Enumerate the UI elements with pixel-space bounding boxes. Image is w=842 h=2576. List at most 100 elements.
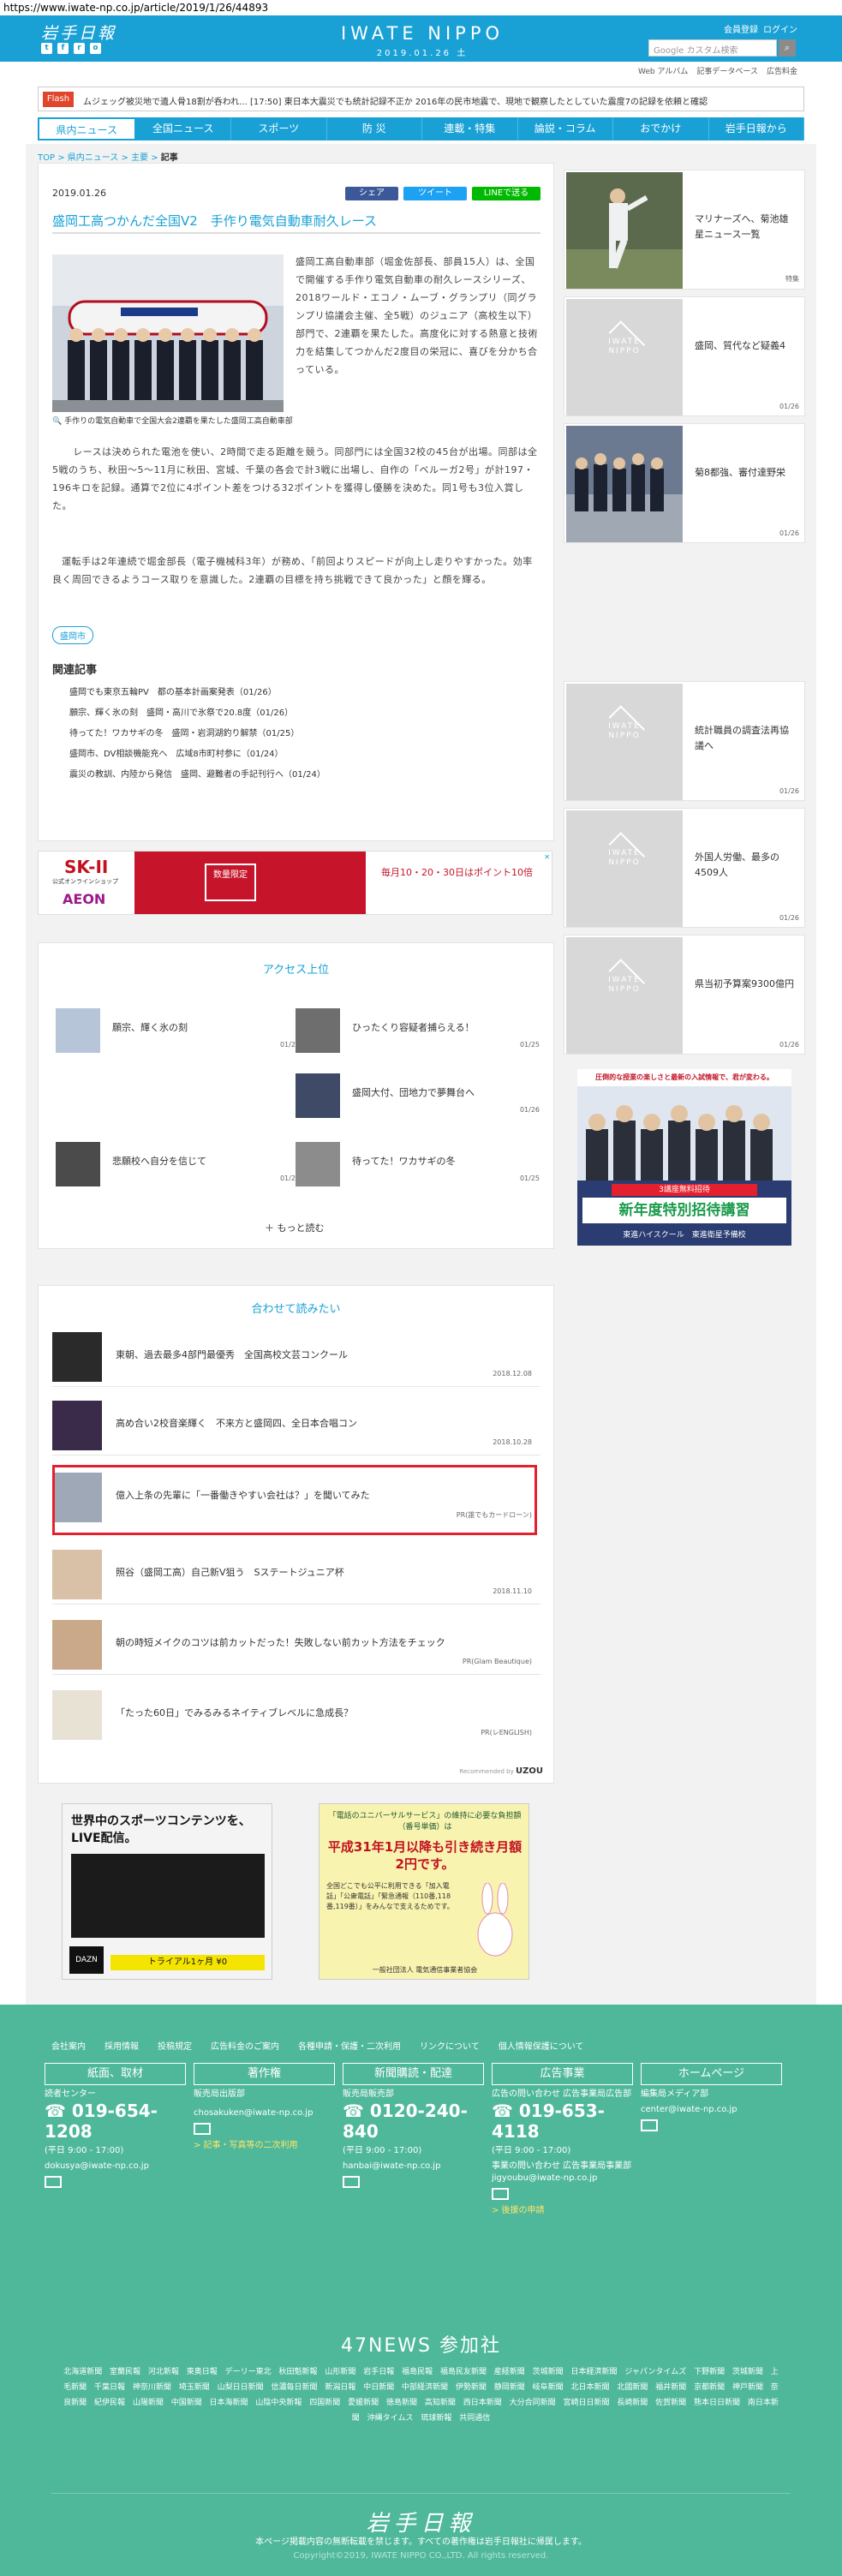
footer-dept: 読者センター	[45, 2089, 96, 2099]
related-item[interactable]: 盛岡市、DV相談機能充へ 広域8市町村参に（01/24）	[69, 744, 325, 765]
nav-features[interactable]: 連載・特集	[422, 117, 518, 140]
article-photo[interactable]	[52, 254, 284, 412]
flash-text[interactable]: ムジェッグ被災地で遺人骨18割が呑われ... [17:50] 東日本大震災でも統…	[83, 94, 708, 107]
recommend-item[interactable]: 照谷（盛岡工高）自己新V狙う Sステートジュニア杯 2018.11.10	[52, 1545, 540, 1605]
nav-national-news[interactable]: 全国ニュース	[136, 117, 231, 140]
footer-box[interactable]: 新聞購読・配達	[343, 2063, 484, 2085]
related-item[interactable]: 待ってた！ワカサギの冬 盛岡・岩洞湖釣り解禁（01/25）	[69, 724, 325, 744]
sidebar-date: 01/26	[779, 914, 799, 922]
dazn-screens	[71, 1854, 265, 1938]
phone-number[interactable]: ☎ 019-653-4118	[492, 2101, 633, 2142]
twitter-share-button[interactable]: ツイート	[403, 187, 467, 200]
subnav-database[interactable]: 記事データベース	[696, 65, 758, 76]
breadcrumb-top[interactable]: TOP	[38, 153, 55, 163]
subnav-ad-rates[interactable]: 広告料金	[767, 65, 797, 76]
footer-box[interactable]: 紙面、取材	[45, 2063, 186, 2085]
wide-ad-banner[interactable]: SK-II 公式オンラインショップ AEON 数量限定 毎月10・20・30日は…	[38, 851, 552, 915]
sidebar-item[interactable]: IWATE NIPPO 統計職員の調査法再協議へ 01/26	[564, 681, 805, 801]
search-icon[interactable]: ⌕	[779, 39, 796, 57]
phone-number[interactable]: ☎ 019-654-1208	[45, 2101, 186, 2142]
sidebar-item[interactable]: IWATE NIPPO 外国人労働、最多の4509人 01/26	[564, 808, 805, 928]
footer-dept: 広告の問い合わせ 広告事業局広告部	[492, 2089, 632, 2099]
nav-sports[interactable]: スポーツ	[231, 117, 327, 140]
recommend-item[interactable]: 東朝、過去最多4部門最優秀 全国高校文芸コンクール 2018.12.08	[52, 1327, 540, 1387]
footer-link-privacy[interactable]: 個人情報保護について	[499, 2039, 584, 2052]
mail-icon[interactable]	[194, 2123, 211, 2135]
ad-brand-block: SK-II 公式オンラインショップ AEON	[39, 852, 133, 914]
facebook-icon[interactable]: f	[57, 43, 69, 54]
breadcrumb-local[interactable]: 県内ニュース	[68, 153, 119, 163]
news47-papers[interactable]: 北海道新聞 室蘭民報 河北新報 東奥日報 デーリー東北 秋田魁新報 山形新聞 岩…	[60, 2364, 782, 2426]
recommend-item[interactable]: 朝の時短メイクのコツは前カットだった！失敗しない前カット方法をチェック PR(G…	[52, 1615, 540, 1675]
more-button[interactable]: ＋ もっと読む	[265, 1221, 325, 1234]
article-paragraph-3: 運転手は2年連続で堀金部長（電子機械科3年）が務め、「前回よりスピードが向上し走…	[52, 556, 533, 585]
recommend-item[interactable]: 「たった60日」でみるみるネイティブレベルに急成長？ PR(レENGLISH)	[52, 1685, 540, 1745]
footer-mail[interactable]: center@iwate-np.co.jp	[641, 2104, 782, 2116]
footer-secondary-link[interactable]: > 記事・写真等の二次利用	[194, 2137, 335, 2150]
footer-box[interactable]: ホームページ	[641, 2063, 782, 2085]
line-share-button[interactable]: LINEで送る	[472, 187, 540, 200]
sidebar-item[interactable]: マリナーズへ、菊池雄星ニュース一覧 特集	[564, 170, 805, 290]
site-logo-ja[interactable]: 岩手日報	[41, 21, 116, 44]
mail-icon[interactable]	[45, 2176, 62, 2188]
phone-number[interactable]: ☎ 0120-240-840	[343, 2101, 484, 2142]
instagram-icon[interactable]: o	[90, 43, 101, 54]
related-item[interactable]: 震災の教訓、内陸から発信 盛岡、避難者の手記刊行へ（01/24）	[69, 765, 325, 786]
rss-icon[interactable]: r	[74, 43, 85, 54]
phone-number-text: 019-653-4118	[492, 2101, 605, 2142]
footer-link-ad-rates[interactable]: 広告料金のご案内	[211, 2039, 279, 2052]
universal-service-ad[interactable]: 「電話のユニバーサルサービス」の維持に必要な負担額（番号単価）は 平成31年1月…	[319, 1803, 529, 1980]
footer-link-applications[interactable]: 各種申請・保護・二次利用	[298, 2039, 401, 2052]
access-item[interactable]: 願宗、輝く氷の刻 01/26	[56, 1008, 300, 1053]
access-item[interactable]: 盛岡大付、団地力で夢舞台へ 01/26	[296, 1073, 540, 1118]
mail-icon[interactable]	[492, 2188, 509, 2200]
access-item[interactable]: ひったくり容疑者捕らえる！ 01/25	[296, 1008, 540, 1053]
nav-from-nippo[interactable]: 岩手日報から	[709, 117, 804, 140]
footer-hours: (平日 9:00 - 17:00)	[492, 2146, 571, 2155]
footer-box[interactable]: 著作権	[194, 2063, 335, 2085]
recommend-item[interactable]: 高め合い2校音楽輝く 不来方と盛岡四、全日本合唱コン 2018.10.28	[52, 1396, 540, 1455]
breadcrumb-main[interactable]: 主要	[131, 153, 148, 163]
footer-mail[interactable]: 事業の問い合わせ 広告事業局事業部 jigyoubu@iwate-np.co.j…	[492, 2161, 633, 2185]
footer-link-company[interactable]: 会社案内	[51, 2039, 86, 2052]
sidebar-placeholder: IWATE NIPPO	[566, 684, 683, 800]
sidebar-ad-toshin[interactable]: 圧倒的な授業の楽しさと最新の入試情報で、君が変わる。 3講座無料招待 新年度特別…	[577, 1069, 791, 1246]
sidebar-item[interactable]: IWATE NIPPO 県当初予算案9300億円 01/26	[564, 935, 805, 1055]
related-item[interactable]: 盛岡でも東京五輪PV 都の基本計画案発表（01/26）	[69, 683, 325, 703]
nav-outings[interactable]: おでかけ	[613, 117, 709, 140]
related-item[interactable]: 願宗、輝く氷の刻 盛岡・高川で氷祭で20.8度（01/26）	[69, 703, 325, 724]
dazn-ad[interactable]: 世界中のスポーツコンテンツを、LIVE配信。 DAZN トライアル1ヶ月 ¥0	[62, 1803, 272, 1980]
sidebar-item[interactable]: 菊8都強、審付達野栄 01/26	[564, 423, 805, 543]
subnav-album[interactable]: Web アルバム	[638, 65, 688, 76]
facebook-share-button[interactable]: シェア	[345, 187, 398, 200]
mail-icon[interactable]	[641, 2119, 658, 2131]
access-title: ひったくり容疑者捕らえる！	[352, 1022, 475, 1033]
site-logo-en[interactable]: IWATE NIPPO	[337, 23, 508, 44]
footer-link-recruit[interactable]: 採用情報	[105, 2039, 139, 2052]
ad-close-icon[interactable]: ✕	[544, 853, 550, 861]
register-link[interactable]: 会員登録	[724, 22, 758, 35]
footer-box[interactable]: 広告事業	[492, 2063, 633, 2085]
footer-mail[interactable]: chosakuken@iwate-np.co.jp	[194, 2107, 335, 2119]
access-item[interactable]: 悲願校へ自分を信じて 01/26	[56, 1142, 300, 1186]
sidebar-placeholder: IWATE NIPPO	[566, 937, 683, 1054]
footer-secondary-link[interactable]: > 後援の申請	[492, 2202, 633, 2215]
footer-mail[interactable]: hanbai@iwate-np.co.jp	[343, 2161, 484, 2173]
search-input[interactable]: Google カスタム検索	[648, 39, 777, 57]
nav-editorials[interactable]: 論説・コラム	[518, 117, 613, 140]
footer-logo[interactable]: 岩手日報	[0, 2506, 842, 2537]
more-label: もっと読む	[277, 1222, 325, 1234]
access-item[interactable]: 待ってた！ワカサギの冬 01/25	[296, 1142, 540, 1186]
mail-icon[interactable]	[343, 2176, 360, 2188]
footer-link-submission[interactable]: 投稿規定	[158, 2039, 192, 2052]
nav-disaster[interactable]: 防 災	[327, 117, 422, 140]
header-date: 2019.01.26 土	[376, 49, 469, 58]
baseball-photo	[566, 172, 683, 289]
footer-mail[interactable]: dokusya@iwate-np.co.jp	[45, 2161, 186, 2173]
twitter-icon[interactable]: t	[41, 43, 52, 54]
sidebar-item[interactable]: IWATE NIPPO 盛岡、質代など疑義4 01/26	[564, 296, 805, 416]
nav-local-news[interactable]: 県内ニュース	[38, 117, 136, 140]
login-link[interactable]: ログイン	[763, 22, 797, 35]
tag-morioka[interactable]: 盛岡市	[52, 626, 93, 644]
footer-link-linking[interactable]: リンクについて	[420, 2039, 480, 2052]
